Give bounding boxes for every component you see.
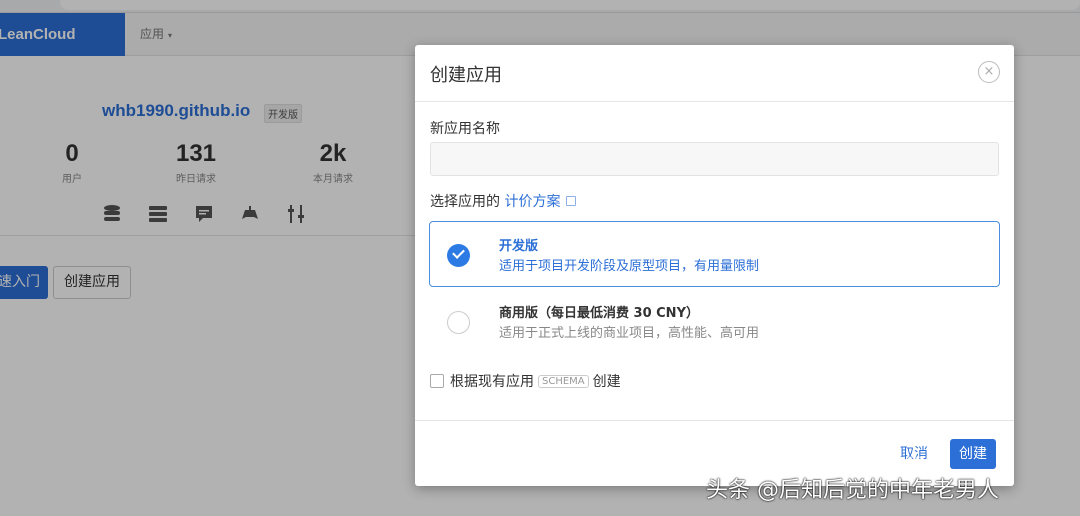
create-app-dialog: 创建应用 × 新应用名称 选择应用的 计价方案 开发版 适用于项目开发阶段及原型… (415, 45, 1014, 486)
plan-label: 选择应用的 计价方案 (430, 191, 577, 211)
dialog-header: 创建应用 × (415, 45, 1014, 102)
schema-label: 根据现有应用 (450, 374, 534, 390)
schema-option[interactable]: 根据现有应用 SCHEMA 创建 (430, 371, 621, 391)
external-link-icon[interactable] (566, 196, 577, 206)
close-icon[interactable]: × (978, 61, 1000, 83)
app-name-label: 新应用名称 (430, 121, 500, 137)
plan-description: 适用于项目开发阶段及原型项目，有用量限制 (499, 259, 760, 274)
plan-name: 商用版（每日最低消费 30 CNY） (499, 306, 699, 321)
create-button[interactable]: 创建 (950, 439, 996, 469)
radio-checked-icon[interactable] (447, 244, 470, 267)
app-name-input[interactable] (430, 142, 999, 176)
schema-suffix: 创建 (592, 374, 621, 390)
plan-description: 适用于正式上线的商业项目，高性能、高可用 (499, 326, 760, 341)
pricing-link[interactable]: 计价方案 (504, 194, 560, 210)
plan-label-text: 选择应用的 (430, 194, 500, 210)
radio-unchecked-icon[interactable] (447, 311, 470, 334)
schema-checkbox[interactable] (430, 374, 444, 388)
plan-option-business[interactable]: 商用版（每日最低消费 30 CNY） 适用于正式上线的商业项目，高性能、高可用 (429, 288, 1000, 354)
dialog-title: 创建应用 (430, 65, 502, 86)
plan-name: 开发版 (499, 239, 539, 254)
plan-option-dev[interactable]: 开发版 适用于项目开发阶段及原型项目，有用量限制 (429, 221, 1000, 287)
schema-tag: SCHEMA (538, 374, 589, 388)
watermark: 头条 @后知后觉的中年老男人 (706, 478, 999, 503)
